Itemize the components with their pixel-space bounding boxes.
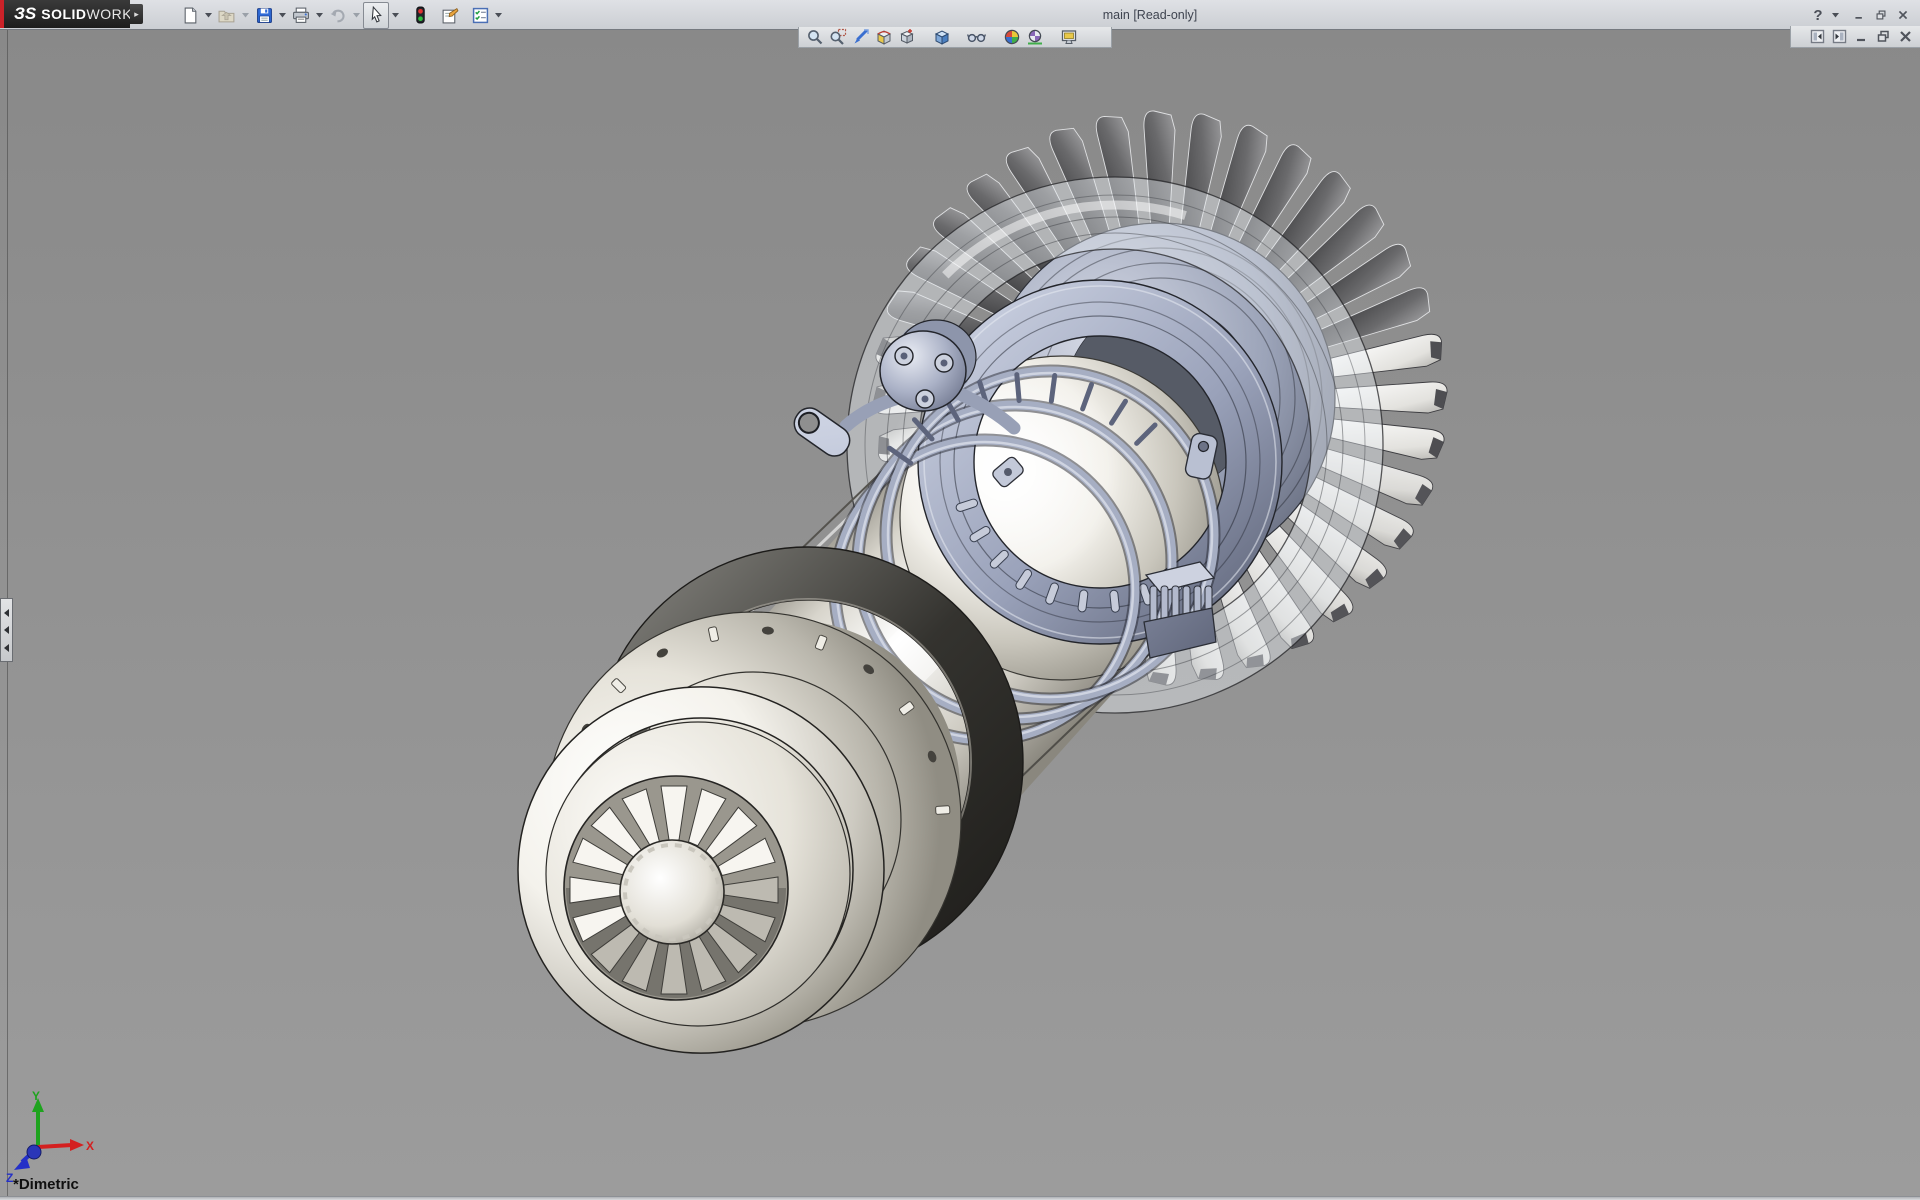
tile-pane-right-button[interactable] xyxy=(1828,27,1850,47)
select-button[interactable] xyxy=(363,2,389,29)
graphics-area[interactable]: X Y Z *Dimetric xyxy=(0,30,1920,1196)
view-orientation-button[interactable] xyxy=(895,27,918,47)
close-icon xyxy=(1898,8,1908,22)
pane-right-icon xyxy=(1832,29,1847,44)
save-dropdown[interactable] xyxy=(276,3,289,27)
options-checklist-icon xyxy=(472,7,489,24)
rebuild-stoplight-button[interactable] xyxy=(408,3,432,27)
open-document-button[interactable] xyxy=(215,3,239,27)
undo-button[interactable] xyxy=(326,3,350,27)
undo-dropdown[interactable] xyxy=(350,3,363,27)
logo-text-bold: SOLID xyxy=(41,6,86,22)
view-settings-icon xyxy=(1060,28,1079,46)
heads-up-view-toolbar xyxy=(798,27,1112,48)
edit-appearance-button[interactable] xyxy=(1000,27,1023,47)
zoom-to-fit-button[interactable] xyxy=(803,27,826,47)
open-document-dropdown[interactable] xyxy=(239,3,252,27)
scene-ball-icon xyxy=(1026,28,1044,46)
help-button[interactable]: ? xyxy=(1807,3,1829,27)
minimize-button[interactable] xyxy=(1848,3,1870,27)
cone-hub xyxy=(620,840,724,944)
appearance-ball-icon xyxy=(1003,28,1021,46)
new-document-icon xyxy=(182,7,199,24)
triad-origin xyxy=(27,1145,41,1159)
x-axis-label: X xyxy=(86,1139,94,1153)
zoom-to-area-button[interactable] xyxy=(826,27,849,47)
lug-bracket xyxy=(789,403,855,462)
pane-left-icon xyxy=(1810,29,1825,44)
undo-arrow-icon xyxy=(329,7,347,24)
printer-icon xyxy=(292,7,310,24)
tile-pane-left-button[interactable] xyxy=(1806,27,1828,47)
window-bottom-border xyxy=(0,1196,1920,1200)
collapse-arrow-icon xyxy=(4,626,9,634)
minimize-document-button[interactable] xyxy=(1850,27,1872,47)
zoom-to-fit-icon xyxy=(806,28,824,46)
save-button[interactable] xyxy=(252,3,276,27)
save-floppy-icon xyxy=(256,7,273,24)
document-title: main [Read-only] xyxy=(1020,0,1280,30)
solidworks-logo: ЗS SOLIDWORKS xyxy=(0,0,130,28)
close-document-button[interactable] xyxy=(1894,27,1916,47)
solidworks-window: { "titlebar": { "logo": {"glyph": "ЗS", … xyxy=(0,0,1920,1200)
reference-triad: X Y Z xyxy=(0,1090,130,1190)
traffic-light-icon xyxy=(413,6,428,24)
file-properties-button[interactable] xyxy=(438,3,462,27)
restore-document-button[interactable] xyxy=(1872,27,1894,47)
new-document-button[interactable] xyxy=(178,3,202,27)
options-dropdown[interactable] xyxy=(492,3,505,27)
new-document-dropdown[interactable] xyxy=(202,3,215,27)
close-document-icon xyxy=(1899,30,1912,43)
x-axis-arrow xyxy=(70,1139,84,1151)
menu-bar: ЗS SOLIDWORKS ▸ xyxy=(0,0,1920,30)
select-dropdown[interactable] xyxy=(389,3,402,27)
close-button[interactable] xyxy=(1892,3,1914,27)
logo-red-stripe xyxy=(0,0,4,28)
options-button[interactable] xyxy=(468,3,492,27)
standard-toolbar xyxy=(178,0,505,30)
select-cursor-icon xyxy=(368,6,385,24)
y-axis-label: Y xyxy=(32,1090,40,1103)
view-orientation-icon xyxy=(898,28,916,46)
note-edit-icon xyxy=(441,7,459,24)
print-dropdown[interactable] xyxy=(313,3,326,27)
display-style-icon xyxy=(933,28,951,46)
open-folder-icon xyxy=(218,7,236,24)
apply-scene-button[interactable] xyxy=(1023,27,1046,47)
view-orientation-label: *Dimetric xyxy=(13,1176,79,1193)
hide-show-items-button[interactable] xyxy=(965,27,988,47)
view-settings-button[interactable] xyxy=(1058,27,1081,47)
collapse-arrow-icon xyxy=(4,609,9,617)
menu-flyout-arrow[interactable]: ▸ xyxy=(130,4,143,24)
previous-view-button[interactable] xyxy=(849,27,872,47)
section-view-button[interactable] xyxy=(872,27,895,47)
previous-view-icon xyxy=(852,28,870,46)
section-view-icon xyxy=(875,28,893,46)
restore-button[interactable] xyxy=(1870,3,1892,27)
engine-3d-model xyxy=(0,30,1920,1196)
display-style-button[interactable] xyxy=(930,27,953,47)
minimize-icon xyxy=(1854,8,1864,22)
minimize-document-icon xyxy=(1855,30,1868,43)
zoom-to-area-icon xyxy=(829,28,847,46)
print-button[interactable] xyxy=(289,3,313,27)
glasses-icon xyxy=(967,28,986,46)
collapse-arrow-icon xyxy=(4,644,9,652)
help-dropdown[interactable] xyxy=(1829,3,1842,27)
restore-document-icon xyxy=(1877,30,1890,43)
ds-logo-glyph: ЗS xyxy=(14,4,36,24)
feature-panel-splitter-tab[interactable] xyxy=(0,598,13,662)
document-window-controls xyxy=(1790,26,1920,48)
restore-icon xyxy=(1876,8,1886,22)
